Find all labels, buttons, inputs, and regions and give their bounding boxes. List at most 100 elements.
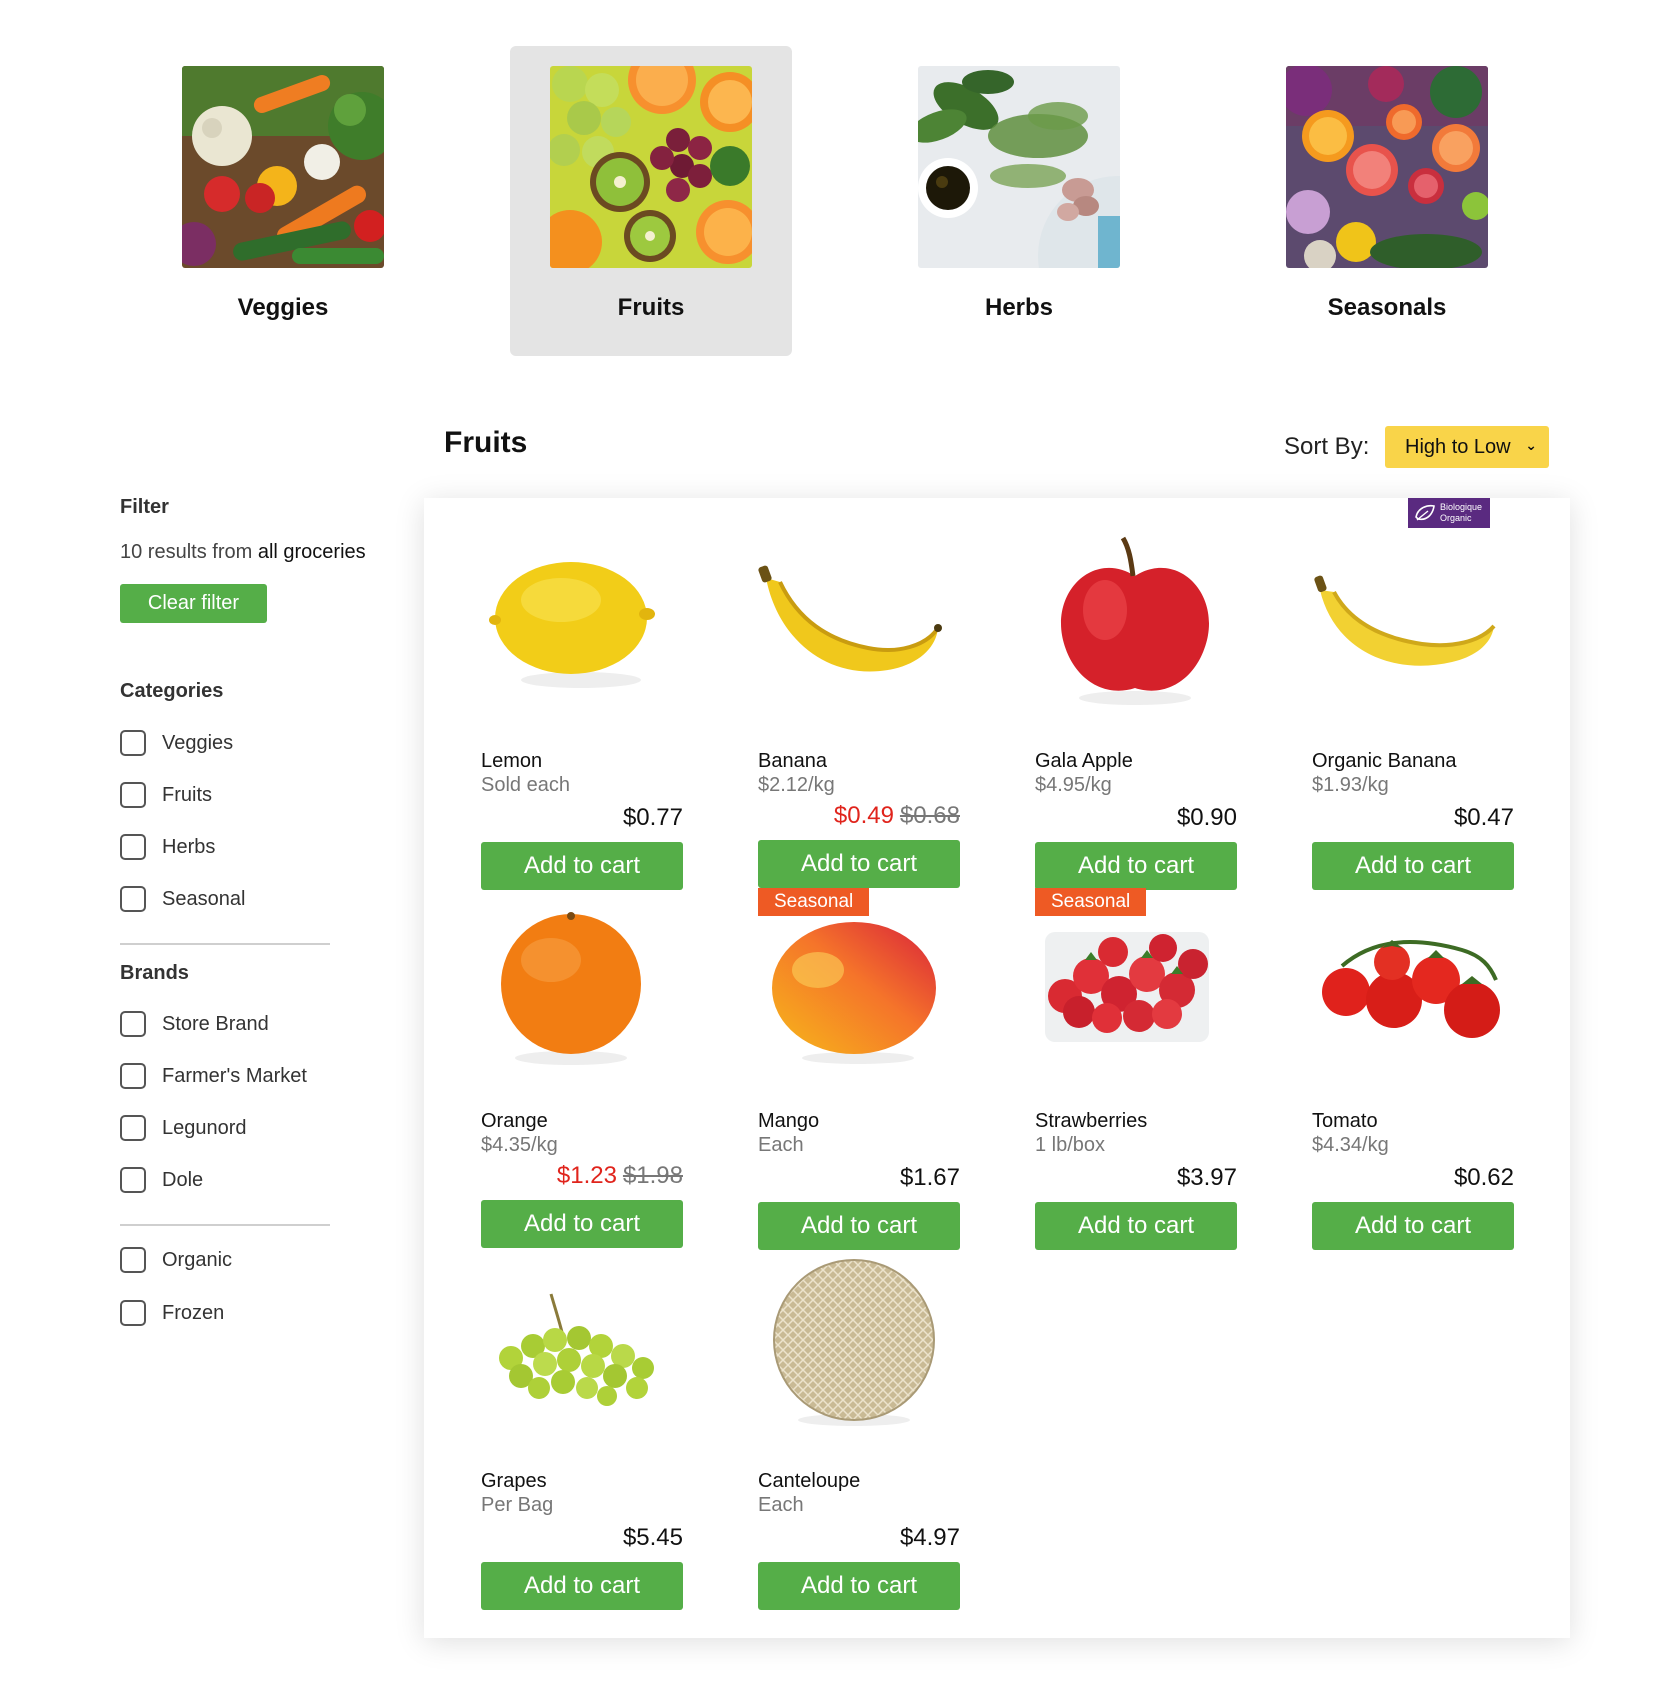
checkbox[interactable] — [120, 1011, 146, 1037]
checkbox-label: Fruits — [162, 784, 212, 806]
product-price: $0.62 — [1454, 1164, 1514, 1192]
product-unit: $4.34/kg — [1312, 1134, 1389, 1156]
product-card-mango: Seasonal Mango Each $1.67 Add to cart — [758, 888, 960, 1250]
herbs-photo — [918, 66, 1120, 268]
sale-price: $1.23 — [556, 1162, 617, 1189]
price-value: $0.47 — [1453, 804, 1514, 831]
price-value: $3.97 — [1176, 1164, 1237, 1191]
category-label: Veggies — [237, 294, 329, 321]
mango-image — [772, 922, 936, 1064]
filter-store-brand-checkbox[interactable]: Store Brand — [120, 1011, 360, 1041]
filter-frozen-checkbox[interactable]: Frozen — [120, 1300, 360, 1330]
add-to-cart-button[interactable]: Add to cart — [481, 842, 683, 890]
sort-select[interactable]: High to Low ⌄ — [1385, 426, 1549, 468]
product-card-canteloupe: Canteloupe Each $4.97 Add to cart — [758, 1250, 960, 1610]
checkbox-label: Frozen — [162, 1302, 225, 1324]
filter-legunord-checkbox[interactable]: Legunord — [120, 1115, 360, 1145]
add-to-cart-button[interactable]: Add to cart — [1035, 842, 1237, 890]
checkbox[interactable] — [120, 1167, 146, 1193]
checkbox[interactable] — [120, 834, 146, 860]
checkbox[interactable] — [120, 886, 146, 912]
original-price: $1.98 — [622, 1162, 683, 1189]
brands-title: Brands — [120, 962, 189, 984]
filter-fruits-checkbox[interactable]: Fruits — [120, 782, 360, 812]
add-to-cart-button[interactable]: Add to cart — [1035, 1202, 1237, 1250]
apple-image — [1060, 536, 1210, 705]
product-card-lemon: Lemon Sold each $0.77 Add to cart — [481, 530, 683, 890]
checkbox-label: Herbs — [162, 836, 216, 858]
filter-veggies-checkbox[interactable]: Veggies — [120, 730, 360, 760]
product-card-strawberries: Seasonal Strawberries 1 lb/box $3.97 Add… — [1035, 888, 1237, 1250]
add-to-cart-button[interactable]: Add to cart — [1312, 842, 1514, 890]
price-value: $0.90 — [1176, 804, 1237, 831]
product-unit: Sold each — [481, 774, 570, 796]
filter-organic-checkbox[interactable]: Organic — [120, 1247, 360, 1277]
checkbox-label: Farmer's Market — [162, 1065, 307, 1087]
product-price: $0.47 — [1454, 804, 1514, 832]
product-unit: $4.35/kg — [481, 1134, 558, 1156]
product-unit: 1 lb/box — [1035, 1134, 1106, 1156]
page-title: Fruits — [444, 426, 528, 459]
price-value: $1.67 — [899, 1164, 960, 1191]
divider — [120, 1224, 330, 1226]
checkbox[interactable] — [120, 1247, 146, 1273]
filter-dole-checkbox[interactable]: Dole — [120, 1167, 360, 1197]
checkbox-label: Legunord — [162, 1117, 247, 1139]
filter-seasonal-checkbox[interactable]: Seasonal — [120, 886, 360, 916]
product-card-organic-banana: Biologique Organic Organic Banana $1.93/… — [1312, 498, 1514, 890]
product-price: $1.67 — [900, 1164, 960, 1192]
product-card-banana: Banana $2.12/kg $0.49 $0.68 Add to cart — [758, 530, 960, 888]
original-price: $0.68 — [899, 802, 960, 829]
product-unit: Each — [758, 1134, 804, 1156]
checkbox-label: Seasonal — [162, 888, 246, 910]
checkbox-label: Veggies — [162, 732, 234, 754]
product-unit: $1.93/kg — [1312, 774, 1389, 796]
add-to-cart-button[interactable]: Add to cart — [481, 1200, 683, 1248]
results-scope: all groceries — [257, 541, 366, 563]
sort-label: Sort By: — [1284, 433, 1370, 460]
product-name: Lemon — [481, 750, 543, 772]
filter-title: Filter — [120, 496, 169, 518]
categories-title: Categories — [120, 680, 224, 702]
category-tile-seasonals[interactable]: Seasonals — [1246, 46, 1528, 356]
orange-image — [501, 912, 641, 1065]
product-price: $5.45 — [623, 1524, 683, 1552]
checkbox[interactable] — [120, 730, 146, 756]
add-to-cart-button[interactable]: Add to cart — [758, 1202, 960, 1250]
checkbox[interactable] — [120, 1063, 146, 1089]
add-to-cart-button[interactable]: Add to cart — [481, 1562, 683, 1610]
add-to-cart-button[interactable]: Add to cart — [1312, 1202, 1514, 1250]
seasonals-photo — [1286, 66, 1488, 268]
product-name: Strawberries — [1035, 1110, 1148, 1132]
lemon-image — [489, 562, 655, 688]
price-value: $0.77 — [622, 804, 683, 831]
strawberries-image — [1045, 932, 1209, 1042]
product-name: Gala Apple — [1035, 750, 1133, 772]
results-summary: 10 results from all groceries — [120, 541, 366, 564]
add-to-cart-button[interactable]: Add to cart — [758, 840, 960, 888]
product-name: Organic Banana — [1312, 750, 1457, 772]
price-value: $4.97 — [899, 1524, 960, 1551]
organic-badge: Biologique Organic — [1408, 498, 1490, 528]
product-unit: $2.12/kg — [758, 774, 835, 796]
checkbox[interactable] — [120, 782, 146, 808]
category-tile-veggies[interactable]: Veggies — [142, 46, 424, 356]
add-to-cart-button[interactable]: Add to cart — [758, 1562, 960, 1610]
sale-price: $0.49 — [833, 802, 894, 829]
results-count-text: 10 results from — [120, 541, 253, 563]
product-card-tomato: Tomato $4.34/kg $0.62 Add to cart — [1312, 890, 1514, 1250]
checkbox[interactable] — [120, 1115, 146, 1141]
category-label: Fruits — [617, 294, 685, 321]
category-tile-fruits[interactable]: Fruits — [510, 46, 792, 356]
product-name: Canteloupe — [758, 1470, 861, 1492]
clear-filter-button[interactable]: Clear filter — [120, 584, 267, 623]
filter-farmers-market-checkbox[interactable]: Farmer's Market — [120, 1063, 360, 1093]
product-unit: Each — [758, 1494, 804, 1516]
category-tile-herbs[interactable]: Herbs — [878, 46, 1160, 356]
filter-herbs-checkbox[interactable]: Herbs — [120, 834, 360, 864]
category-label: Seasonals — [1327, 294, 1447, 321]
checkbox[interactable] — [120, 1300, 146, 1326]
product-price: $0.49 $0.68 — [834, 802, 960, 830]
banana-image — [1314, 575, 1496, 666]
tomato-image — [1322, 940, 1500, 1038]
